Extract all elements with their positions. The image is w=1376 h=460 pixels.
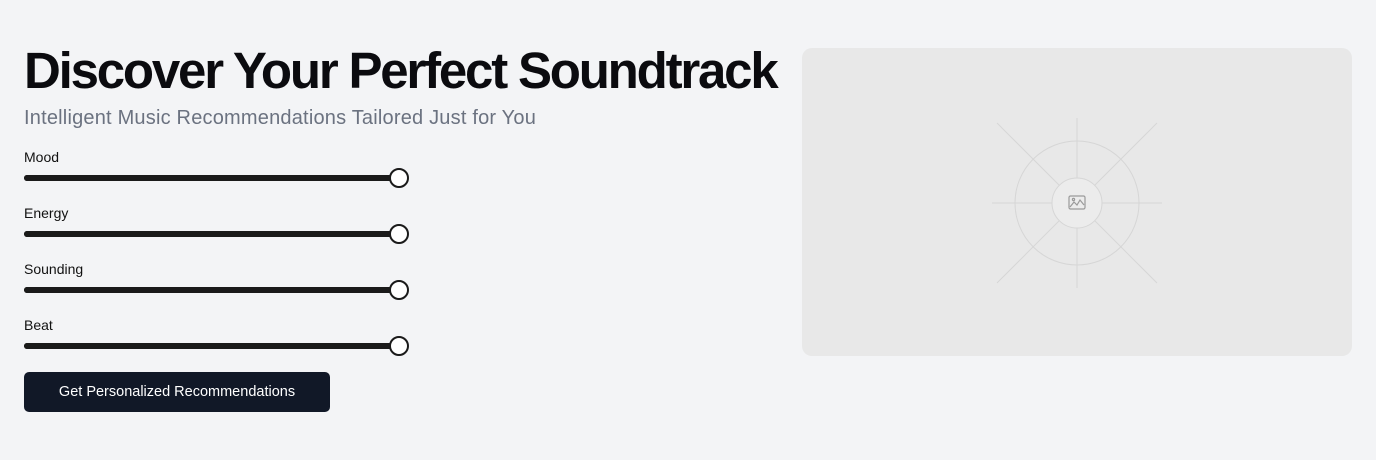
beat-slider[interactable] [24, 336, 409, 356]
get-recommendations-button[interactable]: Get Personalized Recommendations [24, 372, 330, 412]
slider-group-energy: Energy [24, 204, 764, 260]
slider-group-sounding: Sounding [24, 260, 764, 316]
slider-label-mood: Mood [24, 149, 60, 165]
sounding-slider-thumb[interactable] [389, 280, 409, 300]
slider-label-energy: Energy [24, 205, 69, 221]
slider-label-sounding: Sounding [24, 261, 84, 277]
energy-slider-thumb[interactable] [389, 224, 409, 244]
slider-group-mood: Mood [24, 148, 764, 204]
placeholder-graphic [992, 118, 1162, 288]
preference-sliders: Mood Energy Sounding Beat [24, 148, 764, 372]
slider-group-beat: Beat [24, 316, 764, 372]
page-subtitle: Intelligent Music Recommendations Tailor… [24, 107, 537, 129]
energy-slider-fill [24, 231, 399, 237]
sounding-slider[interactable] [24, 280, 409, 300]
beat-slider-thumb[interactable] [389, 336, 409, 356]
mood-slider[interactable] [24, 168, 409, 188]
beat-slider-fill [24, 343, 399, 349]
image-placeholder [802, 48, 1352, 356]
page-title: Discover Your Perfect Soundtrack [24, 42, 779, 99]
mood-slider-thumb[interactable] [389, 168, 409, 188]
sounding-slider-fill [24, 287, 399, 293]
energy-slider[interactable] [24, 224, 409, 244]
hero-section: Discover Your Perfect Soundtrack Intelli… [24, 40, 779, 412]
slider-label-beat: Beat [24, 317, 53, 333]
mood-slider-fill [24, 175, 399, 181]
